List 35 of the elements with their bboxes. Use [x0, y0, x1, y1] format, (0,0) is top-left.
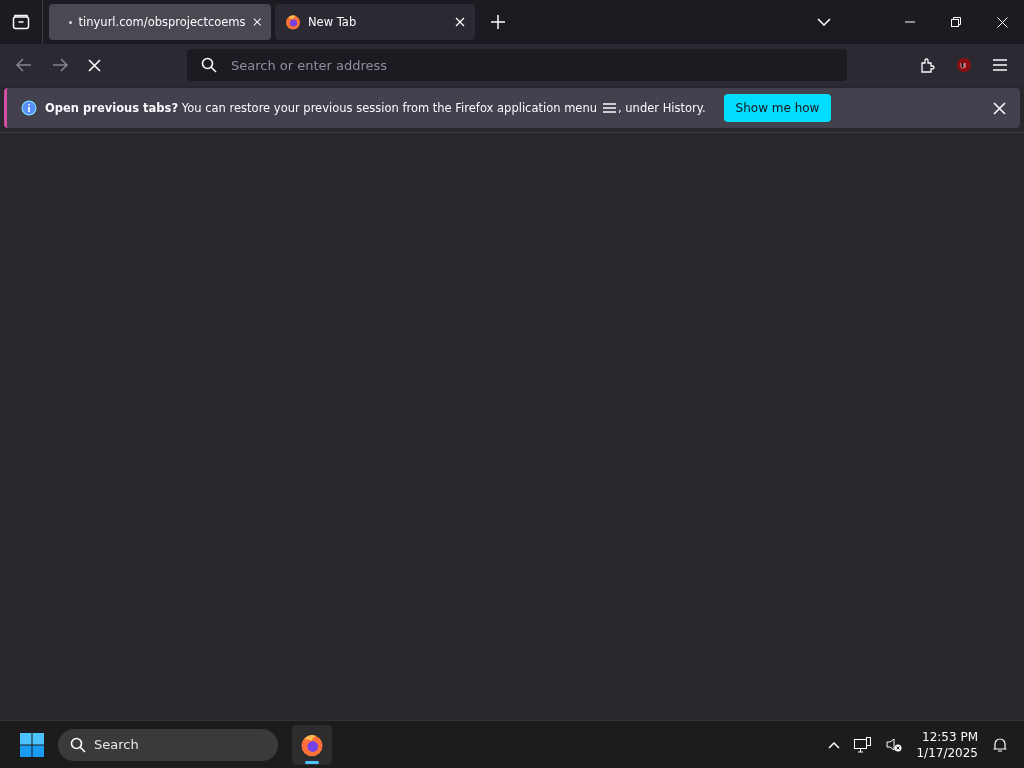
muted-speaker-icon[interactable]	[886, 736, 903, 753]
search-icon	[201, 57, 217, 73]
chevron-up-icon[interactable]	[828, 740, 841, 749]
clock-time: 12:53 PM	[922, 728, 978, 745]
browser-tab[interactable]: New Tab	[275, 4, 475, 40]
notification-message: Open previous tabs? You can restore your previous session from the Firefox application menu	[45, 101, 597, 115]
notification-message: , under History.	[618, 101, 706, 115]
bell-icon[interactable]	[992, 736, 1008, 753]
close-icon[interactable]	[997, 16, 1008, 28]
menu-icon[interactable]	[992, 59, 1008, 71]
windows-start-icon[interactable]	[20, 732, 44, 757]
address-field[interactable]: Search or enter address	[187, 49, 847, 81]
browser-tab[interactable]: tinyurl.com/obsprojectcoems	[49, 4, 271, 40]
new-tab-icon[interactable]	[491, 15, 505, 29]
close-icon[interactable]	[993, 101, 1006, 115]
firefox-icon	[285, 14, 301, 30]
taskbar-app[interactable]	[292, 724, 332, 765]
close-icon[interactable]	[455, 17, 465, 27]
close-icon[interactable]	[252, 17, 261, 27]
show-me-how-button[interactable]: Show me how	[723, 94, 832, 122]
forward-arrow-icon[interactable]	[52, 58, 68, 72]
puzzle-icon[interactable]	[920, 57, 936, 73]
chevron-down-icon[interactable]	[817, 18, 831, 26]
menu-icon	[603, 103, 616, 113]
search-icon	[70, 736, 86, 753]
firefox-icon	[300, 732, 324, 757]
back-arrow-icon[interactable]	[16, 58, 32, 72]
taskbar-search-field[interactable]: Search	[58, 728, 278, 761]
shield-icon[interactable]	[956, 57, 972, 73]
tab-list-icon[interactable]	[12, 14, 30, 30]
clock-date: 1/17/2025	[916, 744, 978, 761]
network-icon[interactable]	[854, 736, 873, 753]
info-icon	[21, 100, 37, 116]
restore-icon[interactable]	[951, 17, 961, 27]
stop-icon[interactable]	[88, 58, 101, 72]
